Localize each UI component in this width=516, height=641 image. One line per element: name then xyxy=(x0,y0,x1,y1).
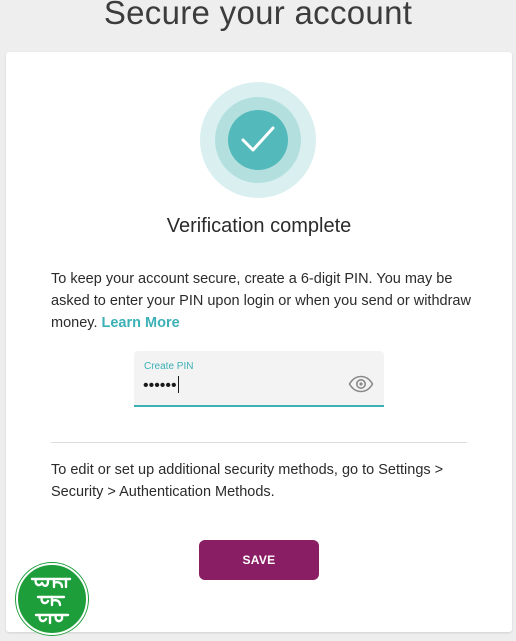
verification-heading: Verification complete xyxy=(166,215,352,237)
pin-field-label: Create PIN xyxy=(144,361,194,372)
section-divider xyxy=(51,442,467,443)
security-methods-note: To edit or set up additional security me… xyxy=(51,462,444,500)
watermark-logo-glyphs xyxy=(30,577,72,625)
create-pin-field[interactable]: Create PIN •••••• xyxy=(134,351,384,407)
watermark-logo xyxy=(16,563,88,635)
text-caret xyxy=(177,376,179,393)
checkmark-icon xyxy=(241,126,275,152)
security-card: Verification complete To keep your accou… xyxy=(6,52,512,632)
eye-icon[interactable] xyxy=(348,375,374,393)
learn-more-link[interactable]: Learn More xyxy=(102,315,180,331)
pin-input-value: •••••• xyxy=(143,377,177,394)
pin-description: To keep your account secure, create a 6-… xyxy=(51,268,471,334)
verified-badge xyxy=(200,82,316,198)
pin-input[interactable]: •••••• xyxy=(143,376,179,396)
save-button[interactable]: SAVE xyxy=(199,540,319,580)
page-title: Secure your account xyxy=(103,0,413,31)
